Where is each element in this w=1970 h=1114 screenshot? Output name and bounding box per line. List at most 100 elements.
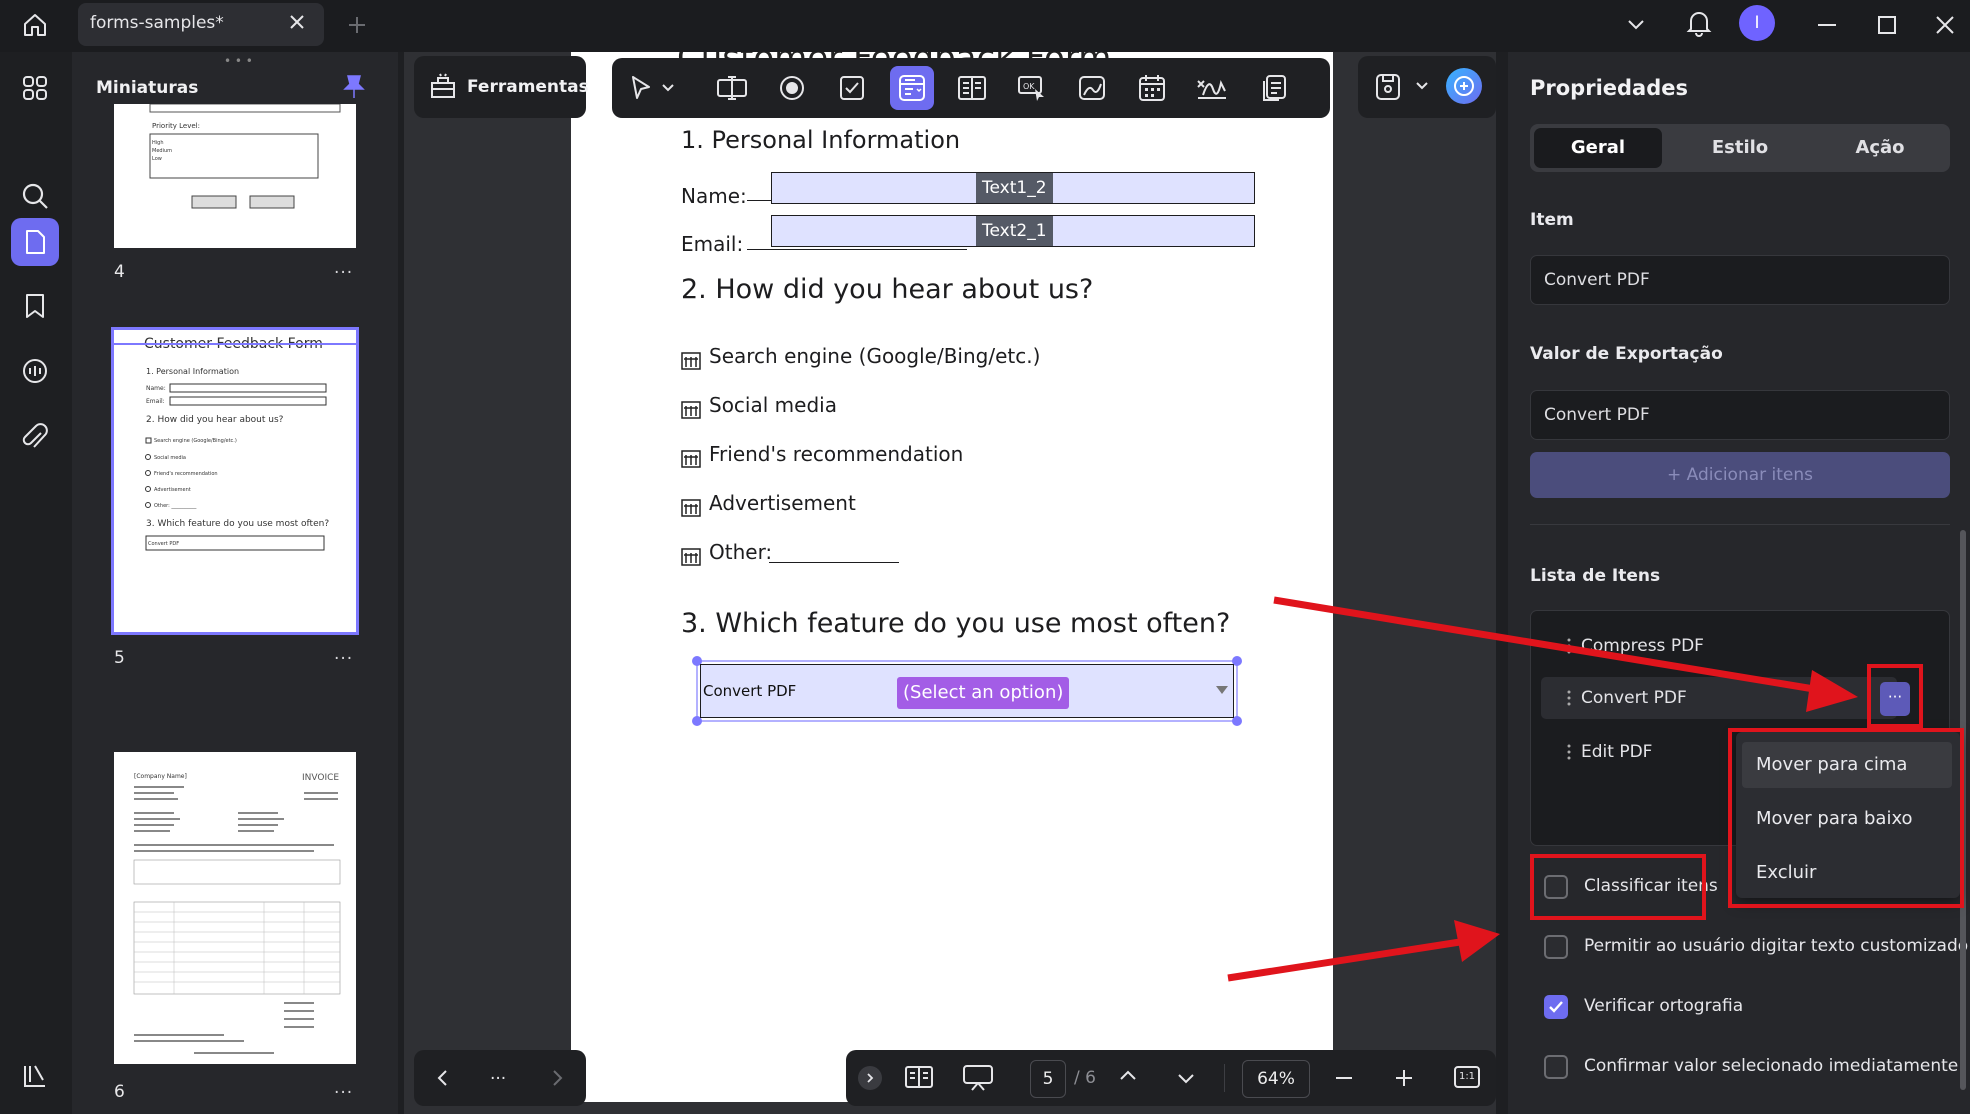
- item-input[interactable]: Convert PDF: [1530, 255, 1950, 305]
- thumbnail-page-4[interactable]: Priority Level: High Medium Low: [114, 104, 356, 248]
- drag-grip-icon[interactable]: [1567, 637, 1571, 655]
- date-field-tool-icon[interactable]: [1130, 66, 1174, 110]
- close-tab-icon[interactable]: [288, 13, 306, 35]
- thumbnail-page-5[interactable]: Customer Feedback Form 1. Personal Infor…: [111, 327, 359, 635]
- list-item[interactable]: Compress PDF: [1541, 625, 1897, 667]
- signature-tool-icon[interactable]: [1190, 66, 1234, 110]
- svg-text:High: High: [152, 140, 164, 146]
- add-items-button[interactable]: + Adicionar itens: [1530, 452, 1950, 498]
- actual-size-button[interactable]: 1:1: [1454, 1066, 1480, 1088]
- commit-immediately-checkbox[interactable]: [1544, 1055, 1568, 1079]
- library-icon[interactable]: [11, 1052, 59, 1100]
- maximize-icon[interactable]: [1872, 10, 1902, 40]
- view-controls-bar: 5 / 6 64% 1:1: [846, 1050, 1496, 1106]
- radio-field-icon[interactable]: [681, 548, 701, 566]
- next-page-icon[interactable]: [548, 1068, 566, 1092]
- scroll-down-icon[interactable]: [1176, 1068, 1196, 1092]
- button-tool-icon[interactable]: OK: [1010, 66, 1054, 110]
- pin-icon[interactable]: [342, 74, 366, 104]
- checkbox-field-icon[interactable]: [681, 352, 701, 370]
- tab-style[interactable]: Estilo: [1676, 128, 1804, 168]
- properties-title: Propriedades: [1530, 76, 1688, 100]
- radio-field-icon[interactable]: [681, 401, 701, 419]
- zoom-out-icon[interactable]: [1334, 1068, 1354, 1092]
- email-field[interactable]: Text2_1: [771, 215, 1255, 247]
- caret-down-icon[interactable]: [1215, 685, 1229, 695]
- scroll-up-icon[interactable]: [1118, 1066, 1138, 1090]
- radio-button-tool-icon[interactable]: [770, 66, 814, 110]
- current-page-input[interactable]: 5: [1030, 1060, 1066, 1098]
- ai-assistant-icon[interactable]: [1446, 68, 1482, 104]
- search-icon[interactable]: [11, 172, 59, 220]
- radio-field-icon[interactable]: [681, 450, 701, 468]
- tab-action[interactable]: Ação: [1816, 128, 1944, 168]
- chevron-down-icon[interactable]: [1414, 78, 1430, 98]
- spell-check-checkbox[interactable]: [1544, 995, 1568, 1019]
- item-list-label: Lista de Itens: [1530, 566, 1661, 586]
- bell-icon[interactable]: [1682, 6, 1716, 40]
- collapse-icon[interactable]: [858, 1066, 882, 1090]
- close-window-icon[interactable]: [1930, 10, 1960, 40]
- previous-page-icon[interactable]: [434, 1068, 452, 1092]
- radio-field-icon[interactable]: [681, 499, 701, 517]
- export-value-label: Valor de Exportação: [1530, 344, 1723, 364]
- document-tab[interactable]: forms-samples*: [78, 3, 324, 46]
- comment-icon[interactable]: [11, 348, 59, 396]
- svg-text:INVOICE: INVOICE: [302, 773, 339, 783]
- minimize-icon[interactable]: [1812, 10, 1842, 40]
- check-icon: [1549, 1001, 1563, 1013]
- save-toolbar: [1358, 56, 1496, 118]
- thumbnail-more-button[interactable]: ...: [334, 644, 353, 664]
- svg-text:Search engine (Google/Bing/etc: Search engine (Google/Bing/etc.): [154, 438, 237, 444]
- attachment-icon[interactable]: [11, 414, 59, 462]
- feature-dropdown[interactable]: Convert PDF (Select an option): [700, 664, 1234, 718]
- list-item-label: Convert PDF: [1581, 688, 1687, 708]
- svg-text:Convert PDF: Convert PDF: [148, 541, 179, 547]
- thumbnails-icon[interactable]: [11, 218, 59, 266]
- form-fields-manager-icon[interactable]: [1252, 66, 1296, 110]
- drag-grip-icon[interactable]: [1567, 743, 1571, 761]
- select-tool-button[interactable]: [620, 66, 684, 110]
- thumbnail-more-button[interactable]: ...: [334, 1078, 353, 1098]
- avatar[interactable]: I: [1739, 5, 1775, 41]
- checkbox-label: Permitir ao usuário digitar texto custom…: [1584, 936, 1969, 956]
- drag-grip-icon[interactable]: [1567, 689, 1571, 707]
- presentation-icon[interactable]: [962, 1064, 994, 1096]
- page-layout-icon[interactable]: [904, 1064, 934, 1094]
- name-field[interactable]: Text1_2: [771, 172, 1255, 204]
- dropdown-placeholder-tag: (Select an option): [897, 677, 1070, 709]
- list-box-tool-icon[interactable]: [950, 66, 994, 110]
- new-tab-icon[interactable]: [344, 12, 370, 38]
- thumbnail-more-button[interactable]: ...: [334, 258, 353, 278]
- apps-grid-icon[interactable]: [11, 64, 59, 112]
- tools-button[interactable]: Ferramentas: [414, 56, 589, 118]
- combo-box-tool-icon[interactable]: [890, 66, 934, 110]
- bookmark-icon[interactable]: [11, 282, 59, 330]
- thumbnail-page-6[interactable]: [Company Name] INVOICE: [114, 752, 356, 1064]
- list-item-label: Compress PDF: [1581, 636, 1704, 656]
- text-field-tool-icon[interactable]: [710, 66, 754, 110]
- thumbnails-panel: • • • Miniaturas Priority Level: High Me…: [72, 52, 398, 1114]
- underline: [747, 249, 967, 250]
- list-item[interactable]: Convert PDF: [1541, 677, 1897, 719]
- more-options-button[interactable]: ...: [490, 1064, 506, 1084]
- thumbnails-title: Miniaturas: [96, 78, 199, 98]
- zoom-in-icon[interactable]: [1394, 1068, 1414, 1092]
- svg-text:Email:: Email:: [146, 398, 165, 405]
- thumbnail-number: 5: [114, 648, 125, 668]
- svg-text:Priority Level:: Priority Level:: [152, 122, 200, 130]
- chevron-down-icon[interactable]: [1622, 10, 1650, 38]
- tab-general[interactable]: Geral: [1534, 128, 1662, 168]
- image-field-tool-icon[interactable]: [1070, 66, 1114, 110]
- home-icon[interactable]: [18, 8, 52, 42]
- svg-text:3. Which feature do you use mo: 3. Which feature do you use most often?: [146, 519, 329, 529]
- export-value-input[interactable]: Convert PDF: [1530, 390, 1950, 440]
- drag-handle-icon[interactable]: • • •: [224, 54, 253, 68]
- save-icon[interactable]: [1374, 72, 1402, 106]
- option-label: Search engine (Google/Bing/etc.): [709, 344, 1041, 368]
- custom-text-checkbox[interactable]: [1544, 935, 1568, 959]
- checkbox-tool-icon[interactable]: [830, 66, 874, 110]
- dropdown-selection-frame[interactable]: Convert PDF (Select an option): [692, 656, 1242, 726]
- field-tag: Text2_1: [976, 216, 1053, 246]
- zoom-level-input[interactable]: 64%: [1242, 1060, 1310, 1098]
